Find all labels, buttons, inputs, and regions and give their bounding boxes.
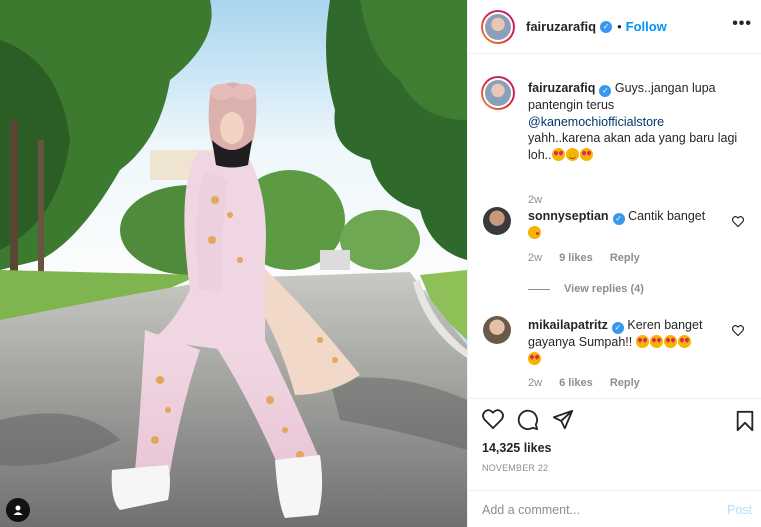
commenter-username[interactable]: mikailapatritz xyxy=(528,318,608,332)
like-comment-heart-icon[interactable] xyxy=(731,214,745,232)
verified-badge-icon: ✓ xyxy=(611,322,624,334)
view-replies-button[interactable]: View replies (4) xyxy=(528,283,644,295)
love-eyes-emoji-icon xyxy=(551,147,565,161)
comment-body: Cantik banget xyxy=(628,209,706,223)
view-replies-line xyxy=(528,288,550,290)
commenter-avatar[interactable] xyxy=(483,207,511,235)
follow-button[interactable]: Follow xyxy=(626,19,667,34)
action-icons xyxy=(482,409,574,436)
caption-mention-link[interactable]: @kanemochiofficialstore xyxy=(528,115,664,129)
caption-timestamp[interactable]: 2w xyxy=(528,194,542,206)
caption-username[interactable]: fairuzarafiq xyxy=(528,81,595,95)
post-date[interactable]: NOVEMBER 22 xyxy=(482,463,548,473)
love-eyes-emoji-icon xyxy=(677,335,691,348)
love-eyes-emoji-icon xyxy=(635,335,649,348)
author-avatar[interactable] xyxy=(481,9,515,44)
post-comment-button[interactable]: Post xyxy=(727,503,752,517)
reply-button[interactable]: Reply xyxy=(610,252,640,264)
author-username[interactable]: fairuzarafiq xyxy=(526,19,596,34)
photo-illustration xyxy=(0,0,467,527)
comment-meta: 2w 6 likes Reply xyxy=(528,377,654,389)
post-details-panel: fairuzarafiq ✓ • Follow ••• fairuzarafiq… xyxy=(467,0,761,527)
kissing-face-emoji-icon xyxy=(528,226,541,239)
love-eyes-emoji-icon xyxy=(579,147,593,161)
comment-text: mikailapatritz ✓ Keren banget gayanya Sum… xyxy=(528,317,733,367)
commenter-username[interactable]: sonnyseptian xyxy=(528,209,609,223)
comment-timestamp[interactable]: 2w xyxy=(528,252,542,264)
post-photo[interactable] xyxy=(0,0,467,527)
view-replies-label: View replies (4) xyxy=(564,283,644,295)
hugging-face-emoji-icon xyxy=(565,147,579,161)
save-bookmark-icon[interactable] xyxy=(735,410,755,437)
user-tag-icon[interactable] xyxy=(6,498,30,522)
add-comment-input[interactable] xyxy=(482,499,712,521)
share-paper-plane-icon[interactable] xyxy=(552,409,574,436)
likes-count[interactable]: 14,325 likes xyxy=(482,441,552,455)
love-eyes-emoji-icon xyxy=(663,335,677,348)
comment-timestamp[interactable]: 2w xyxy=(528,377,542,389)
verified-badge-icon: ✓ xyxy=(599,85,612,97)
like-comment-heart-icon[interactable] xyxy=(731,323,745,341)
comment-text: sonnyseptian ✓ Cantik banget xyxy=(528,208,733,242)
caption-text: fairuzarafiq ✓ Guys..jangan lupa pantengi… xyxy=(528,80,748,163)
post-actions: 14,325 likes NOVEMBER 22 xyxy=(468,398,761,502)
add-comment-bar: Post xyxy=(468,490,761,527)
reply-button[interactable]: Reply xyxy=(610,377,640,389)
comment-bubble-icon[interactable] xyxy=(517,409,539,436)
post-header: fairuzarafiq ✓ • Follow ••• xyxy=(468,0,761,54)
love-eyes-emoji-icon xyxy=(649,335,663,348)
comment-meta: 2w 9 likes Reply xyxy=(528,252,654,264)
comment-likes[interactable]: 6 likes xyxy=(559,377,593,389)
separator-dot: • xyxy=(617,19,622,34)
caption-author-avatar[interactable] xyxy=(481,76,515,110)
commenter-avatar[interactable] xyxy=(483,316,511,344)
comments-list[interactable]: fairuzarafiq ✓ Guys..jangan lupa pantengi… xyxy=(468,55,761,398)
love-eyes-emoji-icon xyxy=(528,351,541,365)
verified-badge-icon: ✓ xyxy=(600,20,613,33)
comment-likes[interactable]: 9 likes xyxy=(559,252,593,264)
like-heart-icon[interactable] xyxy=(482,409,504,436)
more-options-icon[interactable]: ••• xyxy=(732,15,752,33)
verified-badge-icon: ✓ xyxy=(612,213,625,225)
